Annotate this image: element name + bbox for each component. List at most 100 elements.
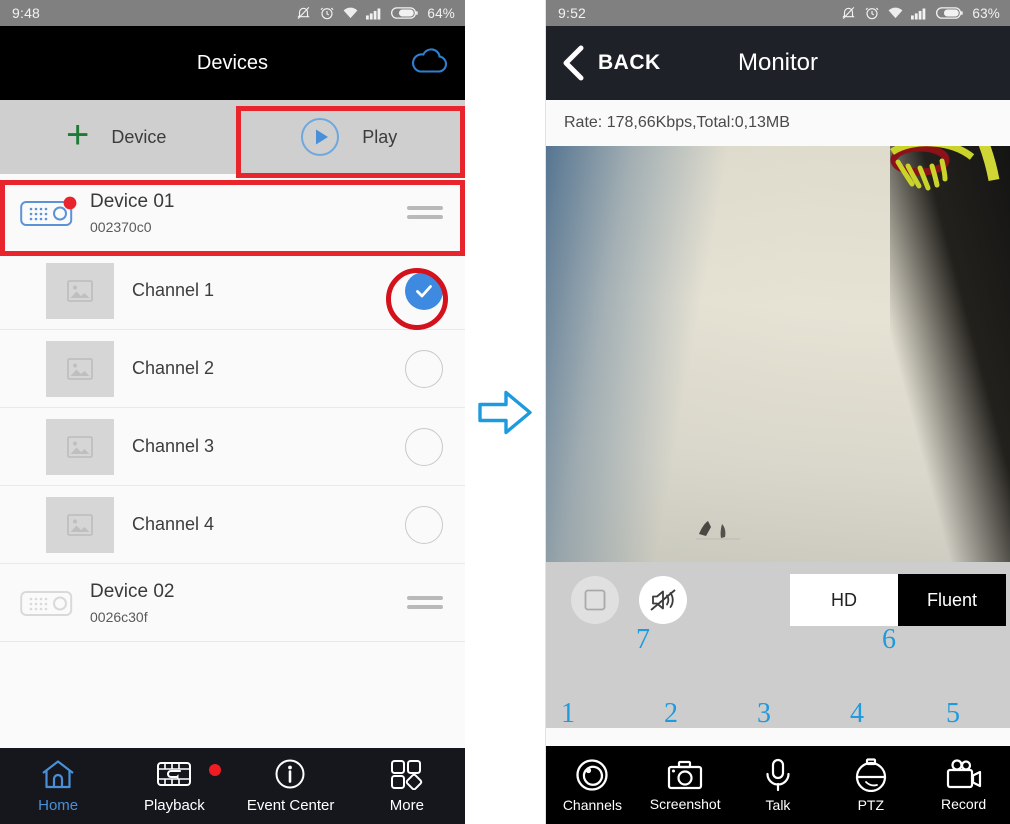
nvr-device-icon [18, 586, 80, 620]
status-bar-right: 9:52 63% [546, 0, 1010, 26]
tab-channels[interactable]: Channels [546, 746, 639, 824]
drag-handle-icon[interactable] [407, 206, 443, 219]
device-row[interactable]: Device 02 0026c30f [0, 564, 465, 642]
tab-record[interactable]: Record [917, 746, 1010, 824]
wifi-icon [889, 7, 903, 19]
microphone-icon [766, 758, 790, 791]
right-arrow-icon [476, 386, 536, 445]
alarm-clock-icon [320, 7, 334, 20]
tab-label: Talk [765, 796, 791, 813]
page-title: Devices [196, 51, 269, 74]
device-serial: 002370c0 [90, 219, 152, 236]
alarm-clock-icon [865, 7, 879, 20]
devices-screen: 9:48 64% Devices + Device Play Device 01… [0, 0, 465, 824]
add-device-label: Device [111, 126, 167, 147]
status-icons: 63% [840, 5, 1000, 21]
annotation-number-1: 1 [561, 698, 575, 729]
channel-label: Channel 1 [132, 280, 215, 300]
play-label: Play [362, 126, 398, 147]
add-device-button[interactable]: + Device [0, 100, 233, 174]
tab-screenshot[interactable]: Screenshot [639, 746, 732, 824]
nvr-device-icon [18, 196, 80, 230]
playback-icon [157, 762, 192, 786]
sidebar-item-label: Event Center [246, 797, 335, 814]
annotation-number-3: 3 [757, 698, 771, 729]
control-strip: HD Fluent 7 6 1 2 3 4 5 [546, 562, 1010, 729]
channel-checkbox[interactable] [405, 427, 443, 466]
camera-icon [668, 760, 703, 789]
status-time: 9:52 [558, 5, 587, 21]
status-bar-left: 9:48 64% [0, 0, 465, 26]
channels-lens-icon [576, 758, 609, 791]
annotation-number-6: 6 [882, 624, 896, 655]
tab-label: Channels [562, 796, 622, 813]
battery-percent: 64% [427, 5, 455, 21]
devices-header: Devices [0, 26, 465, 100]
tab-ptz[interactable]: PTZ [824, 746, 917, 824]
channel-label: Channel 4 [132, 514, 215, 534]
list-empty-space [0, 642, 465, 738]
video-view[interactable] [546, 146, 1010, 562]
sidebar-item-event-center[interactable]: Event Center [208, 748, 349, 824]
device-name: Device 02 [90, 580, 175, 602]
signal-bars-icon [911, 8, 926, 20]
event-badge [208, 764, 221, 776]
info-circle-icon [275, 759, 305, 789]
cloud-icon[interactable] [409, 45, 451, 82]
chevron-left-icon [563, 45, 584, 81]
device-info: Device 01 002370c0 [90, 190, 407, 236]
channel-label: Channel 2 [132, 358, 215, 378]
device-row[interactable]: Device 01 002370c0 [0, 174, 465, 252]
bell-muted-icon [297, 6, 311, 20]
signal-bars-icon [366, 8, 381, 20]
back-button[interactable]: BACK [546, 43, 661, 83]
stop-square-icon [584, 589, 606, 611]
play-circle-icon [300, 117, 340, 157]
channel-row[interactable]: Channel 1 [0, 252, 465, 330]
status-icons: 64% [295, 5, 455, 21]
quality-fluent-button[interactable]: Fluent [898, 574, 1006, 626]
sidebar-item-label: More [389, 797, 424, 814]
plus-icon: + [66, 113, 90, 157]
tab-talk[interactable]: Talk [732, 746, 825, 824]
channel-row[interactable]: Channel 3 [0, 408, 465, 486]
channel-thumbnail [46, 418, 114, 475]
basketball-hoop [874, 146, 1006, 211]
grid-more-icon [390, 760, 423, 790]
channel-label: Channel 3 [132, 436, 215, 456]
home-icon [42, 760, 74, 789]
online-status-dot [63, 196, 77, 209]
play-button[interactable]: Play [233, 100, 466, 174]
device-list: Device 01 002370c0 Channel 1 Channel 2 C… [0, 174, 465, 738]
action-bar: + Device Play [0, 100, 465, 174]
drag-handle-icon[interactable] [407, 596, 443, 609]
transition-gap [465, 0, 546, 824]
tab-label: Screenshot [649, 795, 721, 812]
sidebar-item-label: Home [38, 797, 79, 814]
channel-checkbox[interactable] [405, 349, 443, 388]
monitor-header: BACK Monitor [546, 26, 1010, 100]
speaker-muted-icon [650, 589, 676, 611]
mute-button[interactable] [639, 576, 687, 624]
sidebar-item-home[interactable]: Home [0, 748, 116, 824]
bottom-navigation: Home Playback Event Center More [0, 748, 465, 824]
sidebar-item-more[interactable]: More [349, 748, 465, 824]
channel-checkbox[interactable] [405, 505, 443, 544]
video-camera-icon [946, 758, 981, 788]
channel-row[interactable]: Channel 2 [0, 330, 465, 408]
channel-thumbnail [46, 262, 114, 319]
rate-bar: Rate: 178,66Kbps,Total:0,13MB [546, 100, 1010, 146]
channel-row[interactable]: Channel 4 [0, 486, 465, 564]
stop-button[interactable] [571, 576, 619, 624]
channel-thumbnail [46, 496, 114, 553]
quality-hd-button[interactable]: HD [790, 574, 898, 626]
annotation-number-4: 4 [850, 698, 864, 729]
tab-label: Record [941, 795, 987, 812]
sidebar-item-playback[interactable]: Playback [116, 748, 232, 824]
channel-thumbnail [46, 340, 114, 397]
rate-text: Rate: 178,66Kbps,Total:0,13MB [564, 114, 790, 131]
annotation-number-2: 2 [664, 698, 678, 729]
ptz-dome-icon [855, 757, 886, 792]
channel-checkbox[interactable] [405, 271, 443, 310]
quality-toggle: HD Fluent [790, 574, 1006, 626]
